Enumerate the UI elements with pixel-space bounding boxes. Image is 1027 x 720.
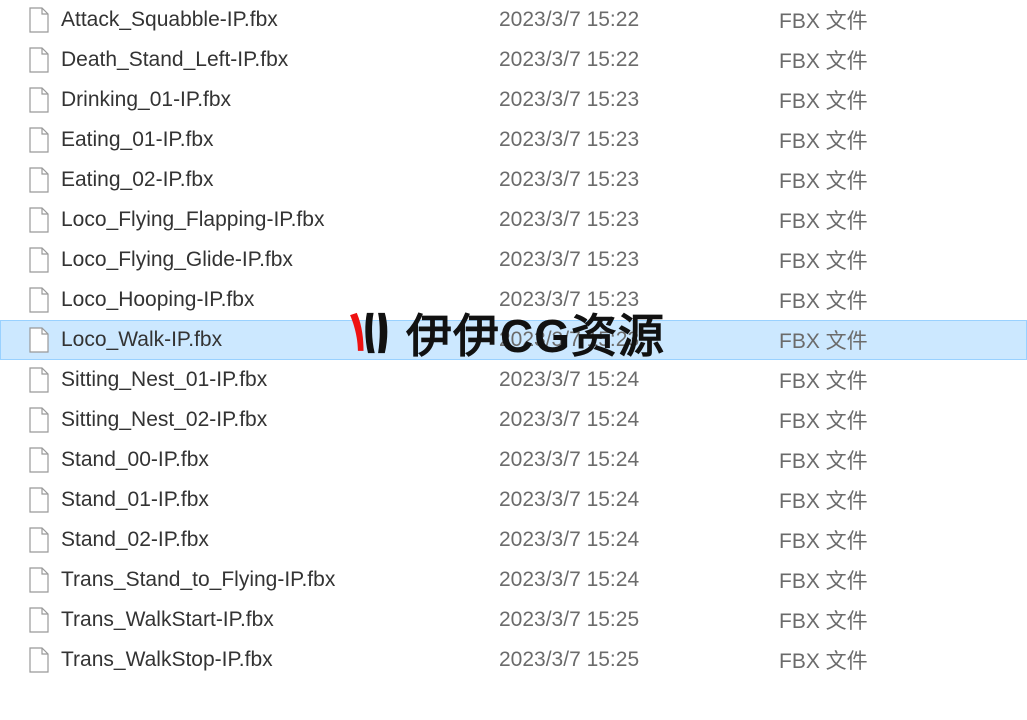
- file-icon: [29, 207, 49, 233]
- file-date: 2023/3/7 15:23: [499, 328, 779, 352]
- file-name: Stand_00-IP.fbx: [61, 448, 499, 472]
- file-icon: [29, 447, 49, 473]
- file-name: Trans_Stand_to_Flying-IP.fbx: [61, 568, 499, 592]
- file-name: Drinking_01-IP.fbx: [61, 88, 499, 112]
- file-row[interactable]: Sitting_Nest_01-IP.fbx2023/3/7 15:24FBX …: [0, 360, 1027, 400]
- file-row[interactable]: Stand_02-IP.fbx2023/3/7 15:24FBX 文件: [0, 520, 1027, 560]
- file-name: Eating_02-IP.fbx: [61, 168, 499, 192]
- file-type: FBX 文件: [779, 325, 1026, 355]
- file-type: FBX 文件: [779, 45, 1026, 75]
- file-type: FBX 文件: [779, 245, 1026, 275]
- file-list: Attack_Squabble-IP.fbx2023/3/7 15:22FBX …: [0, 0, 1027, 680]
- file-name: Stand_02-IP.fbx: [61, 528, 499, 552]
- file-date: 2023/3/7 15:22: [499, 8, 779, 32]
- file-icon: [29, 47, 49, 73]
- file-row[interactable]: Eating_02-IP.fbx2023/3/7 15:23FBX 文件: [0, 160, 1027, 200]
- file-type: FBX 文件: [779, 645, 1026, 675]
- file-row[interactable]: Sitting_Nest_02-IP.fbx2023/3/7 15:24FBX …: [0, 400, 1027, 440]
- file-date: 2023/3/7 15:24: [499, 448, 779, 472]
- file-row[interactable]: Stand_00-IP.fbx2023/3/7 15:24FBX 文件: [0, 440, 1027, 480]
- file-row[interactable]: Attack_Squabble-IP.fbx2023/3/7 15:22FBX …: [0, 0, 1027, 40]
- file-date: 2023/3/7 15:23: [499, 128, 779, 152]
- file-name: Loco_Flying_Glide-IP.fbx: [61, 248, 499, 272]
- file-type: FBX 文件: [779, 365, 1026, 395]
- file-date: 2023/3/7 15:24: [499, 408, 779, 432]
- file-icon: [29, 407, 49, 433]
- file-icon: [29, 487, 49, 513]
- file-icon: [29, 7, 49, 33]
- file-row[interactable]: Death_Stand_Left-IP.fbx2023/3/7 15:22FBX…: [0, 40, 1027, 80]
- file-date: 2023/3/7 15:25: [499, 608, 779, 632]
- file-date: 2023/3/7 15:24: [499, 528, 779, 552]
- file-icon: [29, 327, 49, 353]
- file-name: Attack_Squabble-IP.fbx: [61, 8, 499, 32]
- file-row[interactable]: Trans_Stand_to_Flying-IP.fbx2023/3/7 15:…: [0, 560, 1027, 600]
- file-type: FBX 文件: [779, 485, 1026, 515]
- file-date: 2023/3/7 15:22: [499, 48, 779, 72]
- file-type: FBX 文件: [779, 285, 1026, 315]
- file-name: Loco_Walk-IP.fbx: [61, 328, 499, 352]
- file-date: 2023/3/7 15:24: [499, 368, 779, 392]
- file-icon: [29, 607, 49, 633]
- file-name: Eating_01-IP.fbx: [61, 128, 499, 152]
- file-row[interactable]: Loco_Flying_Glide-IP.fbx2023/3/7 15:23FB…: [0, 240, 1027, 280]
- file-date: 2023/3/7 15:23: [499, 288, 779, 312]
- file-date: 2023/3/7 15:23: [499, 208, 779, 232]
- file-icon: [29, 167, 49, 193]
- file-icon: [29, 367, 49, 393]
- file-type: FBX 文件: [779, 525, 1026, 555]
- file-row[interactable]: Trans_WalkStop-IP.fbx2023/3/7 15:25FBX 文…: [0, 640, 1027, 680]
- file-type: FBX 文件: [779, 205, 1026, 235]
- file-name: Loco_Hooping-IP.fbx: [61, 288, 499, 312]
- file-type: FBX 文件: [779, 605, 1026, 635]
- file-date: 2023/3/7 15:23: [499, 168, 779, 192]
- file-icon: [29, 87, 49, 113]
- file-icon: [29, 647, 49, 673]
- file-type: FBX 文件: [779, 165, 1026, 195]
- file-row[interactable]: Eating_01-IP.fbx2023/3/7 15:23FBX 文件: [0, 120, 1027, 160]
- file-type: FBX 文件: [779, 5, 1026, 35]
- file-row[interactable]: Drinking_01-IP.fbx2023/3/7 15:23FBX 文件: [0, 80, 1027, 120]
- file-type: FBX 文件: [779, 565, 1026, 595]
- file-row[interactable]: Loco_Flying_Flapping-IP.fbx2023/3/7 15:2…: [0, 200, 1027, 240]
- file-date: 2023/3/7 15:24: [499, 488, 779, 512]
- file-row[interactable]: Loco_Walk-IP.fbx2023/3/7 15:23FBX 文件: [0, 320, 1027, 360]
- file-name: Sitting_Nest_01-IP.fbx: [61, 368, 499, 392]
- file-icon: [29, 527, 49, 553]
- file-row[interactable]: Loco_Hooping-IP.fbx2023/3/7 15:23FBX 文件: [0, 280, 1027, 320]
- file-name: Death_Stand_Left-IP.fbx: [61, 48, 499, 72]
- file-date: 2023/3/7 15:23: [499, 248, 779, 272]
- file-date: 2023/3/7 15:23: [499, 88, 779, 112]
- file-type: FBX 文件: [779, 125, 1026, 155]
- file-name: Trans_WalkStop-IP.fbx: [61, 648, 499, 672]
- file-row[interactable]: Stand_01-IP.fbx2023/3/7 15:24FBX 文件: [0, 480, 1027, 520]
- file-type: FBX 文件: [779, 405, 1026, 435]
- file-name: Trans_WalkStart-IP.fbx: [61, 608, 499, 632]
- file-date: 2023/3/7 15:25: [499, 648, 779, 672]
- file-icon: [29, 567, 49, 593]
- file-type: FBX 文件: [779, 445, 1026, 475]
- file-name: Sitting_Nest_02-IP.fbx: [61, 408, 499, 432]
- file-name: Stand_01-IP.fbx: [61, 488, 499, 512]
- file-icon: [29, 127, 49, 153]
- file-icon: [29, 247, 49, 273]
- file-type: FBX 文件: [779, 85, 1026, 115]
- file-icon: [29, 287, 49, 313]
- file-date: 2023/3/7 15:24: [499, 568, 779, 592]
- file-name: Loco_Flying_Flapping-IP.fbx: [61, 208, 499, 232]
- file-row[interactable]: Trans_WalkStart-IP.fbx2023/3/7 15:25FBX …: [0, 600, 1027, 640]
